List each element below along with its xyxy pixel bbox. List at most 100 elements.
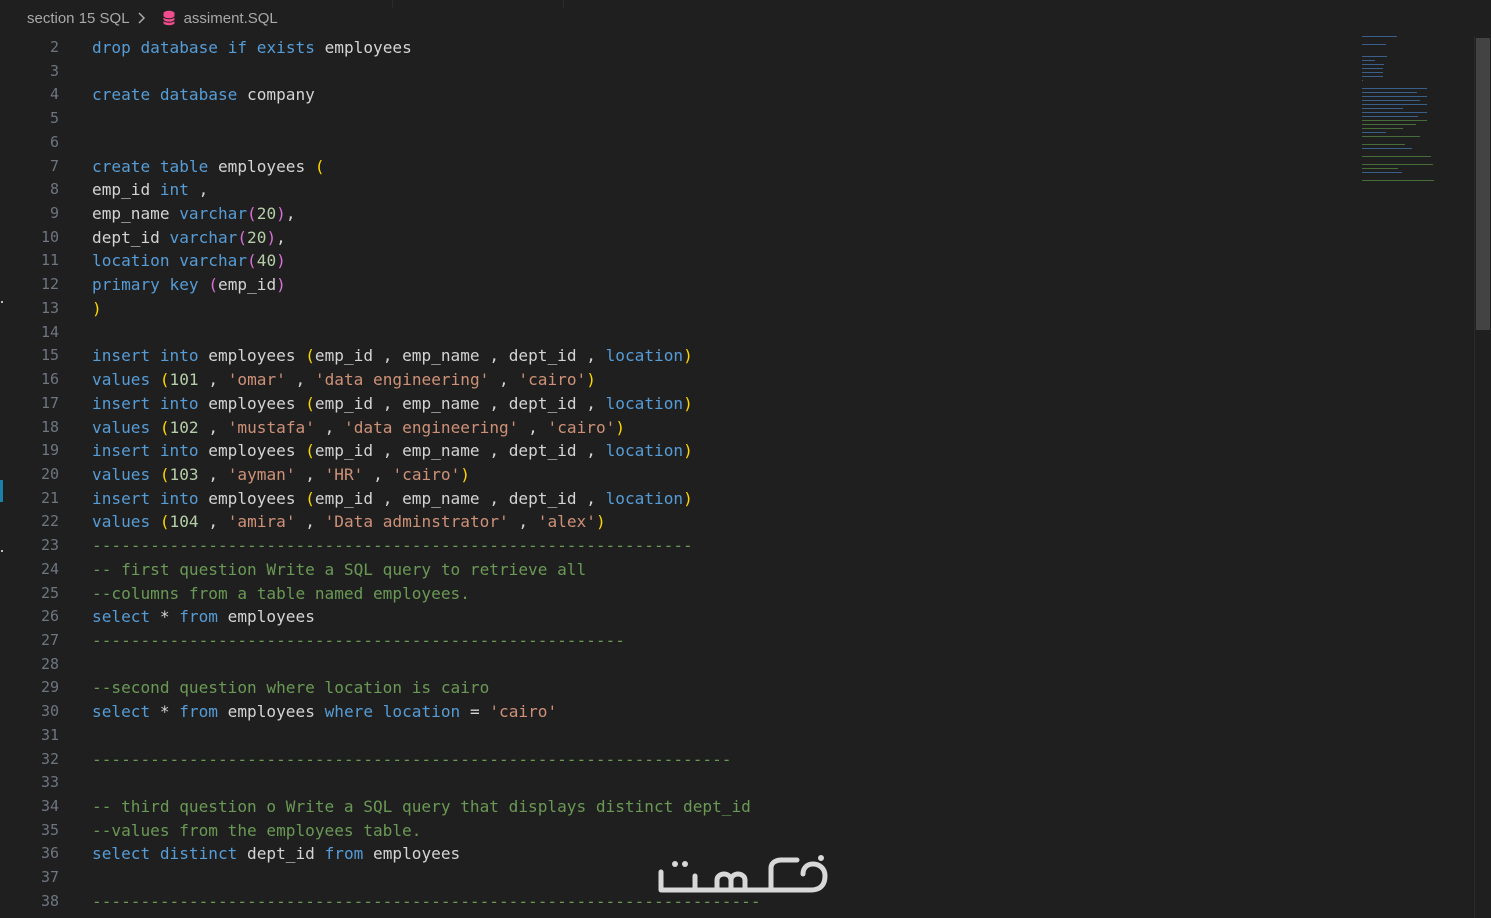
code-line[interactable]: 7 create table employees ( — [0, 155, 1360, 179]
line-number: 38 — [40, 891, 59, 910]
code-line[interactable]: 6 — [0, 131, 1360, 155]
minimap-line — [1362, 132, 1387, 134]
code-text: values (101 , 'omar' , 'data engineering… — [92, 368, 596, 392]
code-line[interactable]: 5 — [0, 107, 1360, 131]
code-text: -- third question o Write a SQL query th… — [92, 795, 751, 819]
code-line[interactable]: 22 values (104 , 'amira' , 'Data adminstr… — [0, 510, 1360, 534]
code-line[interactable]: 31 — [0, 724, 1360, 748]
code-token: , — [276, 227, 286, 247]
code-line[interactable]: 24 -- first question Write a SQL query to… — [0, 558, 1360, 582]
code-editor[interactable]: 2 drop database if exists employees 3 4 crea… — [0, 36, 1360, 918]
code-text: --columns from a table named employees. — [92, 582, 470, 606]
code-line[interactable]: 8 emp_id int , — [0, 178, 1360, 202]
code-line[interactable]: 13) — [0, 297, 1360, 321]
tab-divider — [563, 0, 564, 8]
code-line[interactable]: 29 --second question where location is ca… — [0, 676, 1360, 700]
code-line[interactable]: 34 -- third question o Write a SQL query … — [0, 795, 1360, 819]
code-token: into — [159, 488, 199, 508]
code-token: emp_id , emp_name , dept_id , — [314, 393, 606, 413]
code-line[interactable]: 28 — [0, 653, 1360, 677]
code-token: varchar — [179, 204, 248, 224]
code-token: from — [179, 702, 218, 722]
line-number: 34 — [40, 797, 59, 816]
code-line[interactable]: 21 insert into employees (emp_id , emp_na… — [0, 487, 1360, 511]
code-token: varchar — [169, 227, 238, 247]
code-line[interactable]: 12 primary key (emp_id) — [0, 273, 1360, 297]
code-token: ) — [586, 370, 596, 390]
code-token: * — [150, 607, 180, 627]
code-token: emp_id , emp_name , dept_id , — [314, 488, 606, 508]
minimap-line — [1362, 144, 1406, 146]
code-line[interactable]: 10 dept_id varchar(20), — [0, 226, 1360, 250]
code-token: 102 — [169, 417, 199, 437]
minimap[interactable] — [1360, 36, 1472, 196]
code-line[interactable]: 26 select * from employees — [0, 605, 1360, 629]
code-text: select * from employees — [92, 605, 315, 629]
code-line[interactable]: 19 insert into employees (emp_id , emp_na… — [0, 439, 1360, 463]
code-token: from — [179, 607, 218, 627]
minimap-line — [1362, 156, 1432, 158]
code-line[interactable]: 17 insert into employees (emp_id , emp_na… — [0, 392, 1360, 416]
code-line[interactable]: 15 insert into employees (emp_id , emp_na… — [0, 344, 1360, 368]
code-line[interactable]: 23 --------------------------------------… — [0, 534, 1360, 558]
code-token: ) — [276, 204, 286, 224]
code-line[interactable]: 11 location varchar(40) — [0, 249, 1360, 273]
line-number: 21 — [40, 488, 59, 507]
code-text: primary key (emp_id) — [92, 273, 286, 297]
code-token: location — [605, 441, 684, 461]
line-number: 22 — [40, 512, 59, 531]
minimap-line — [1362, 64, 1385, 66]
code-token: 104 — [169, 512, 199, 532]
code-token: 101 — [169, 370, 199, 390]
code-line[interactable]: 25 --columns from a table named employees… — [0, 582, 1360, 606]
line-number: 24 — [40, 559, 59, 578]
khamsat-logo — [658, 855, 828, 893]
code-token: where — [324, 702, 374, 722]
code-line[interactable]: 14 — [0, 321, 1360, 345]
code-token: 'data engineering' — [314, 370, 490, 390]
code-token: insert — [92, 488, 151, 508]
line-number: 5 — [49, 109, 59, 128]
code-token: select — [92, 607, 151, 627]
minimap-line — [1362, 180, 1435, 182]
code-line[interactable]: 2 drop database if exists employees — [0, 36, 1360, 60]
code-line[interactable]: 18 values (102 , 'mustafa' , 'data engine… — [0, 416, 1360, 440]
tab-divider — [392, 0, 393, 8]
code-line[interactable]: 4 create database company — [0, 83, 1360, 107]
code-token: 'alex' — [537, 512, 596, 532]
code-line[interactable]: 9 emp_name varchar(20), — [0, 202, 1360, 226]
line-number: 35 — [40, 820, 59, 839]
minimap-line — [1362, 108, 1403, 110]
code-text: drop database if exists employees — [92, 36, 412, 60]
breadcrumb-folder[interactable]: section 15 SQL — [27, 10, 130, 27]
code-line[interactable]: 30 select * from employees where location… — [0, 700, 1360, 724]
code-token: ( — [159, 464, 170, 484]
code-line[interactable]: 32 --------------------------------------… — [0, 748, 1360, 772]
code-line[interactable]: 20 values (103 , 'ayman' , 'HR' , 'cairo'… — [0, 463, 1360, 487]
code-token: create — [92, 85, 151, 105]
code-line[interactable]: 35 --values from the employees table. — [0, 819, 1360, 843]
line-number: 37 — [40, 868, 59, 887]
minimap-line — [1362, 120, 1428, 122]
minimap-line — [1362, 72, 1383, 74]
code-line[interactable]: 27 --------------------------------------… — [0, 629, 1360, 653]
code-token: , — [188, 180, 209, 200]
code-line[interactable]: 33 — [0, 771, 1360, 795]
code-token: ----------------------------------------… — [92, 631, 625, 650]
code-token: ( — [247, 204, 257, 224]
code-token: * — [150, 702, 180, 722]
code-text: select distinct dept_id from employees — [92, 842, 460, 866]
code-token: if — [227, 38, 248, 57]
line-number: 12 — [40, 275, 59, 294]
code-line[interactable]: 16 values (101 , 'omar' , 'data engineeri… — [0, 368, 1360, 392]
scrollbar-thumb[interactable] — [1476, 38, 1490, 330]
code-text: ----------------------------------------… — [92, 534, 693, 558]
code-line[interactable]: 3 — [0, 60, 1360, 84]
gutter-dot — [1, 550, 3, 552]
line-number: 13 — [40, 298, 59, 317]
breadcrumb-file[interactable]: assiment.SQL — [184, 10, 278, 27]
